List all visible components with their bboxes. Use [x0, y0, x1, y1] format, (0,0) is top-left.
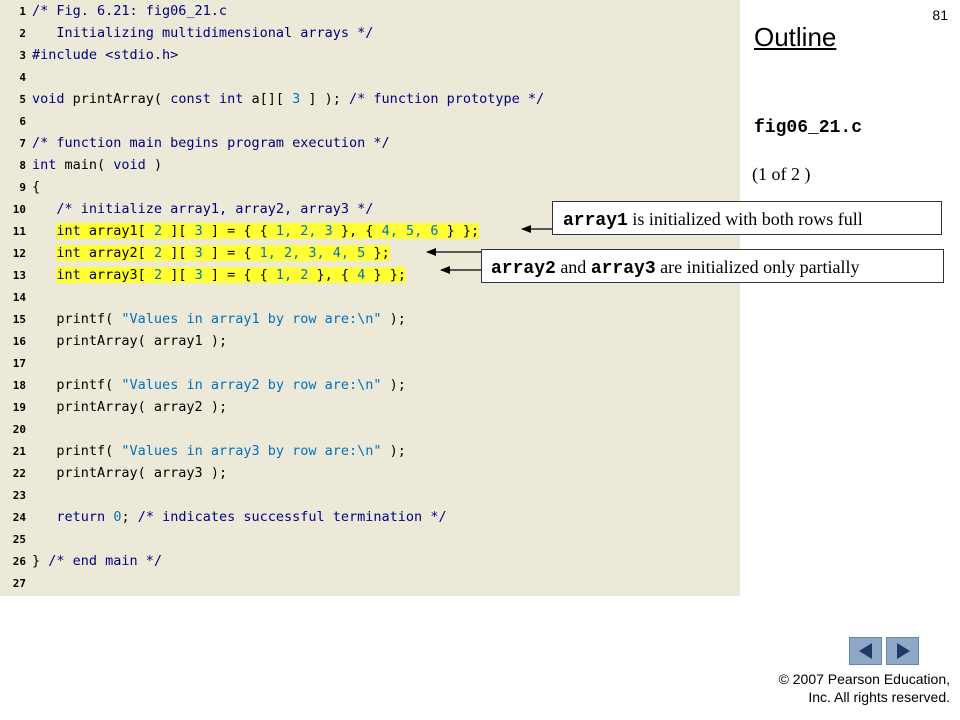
previous-slide-button[interactable] [849, 637, 882, 665]
triangle-right-icon [896, 643, 910, 659]
next-slide-button[interactable] [886, 637, 919, 665]
copyright-notice: © 2007 Pearson Education, Inc. All right… [779, 670, 950, 706]
copyright-line: © 2007 Pearson Education, [778, 671, 950, 687]
callout-arrows [426, 225, 552, 274]
copyright-line: Inc. All rights reserved. [808, 689, 950, 705]
triangle-left-icon [858, 643, 872, 659]
